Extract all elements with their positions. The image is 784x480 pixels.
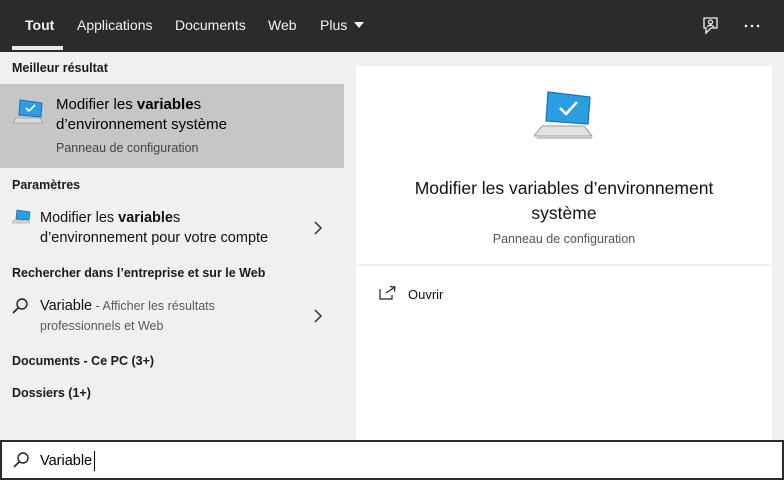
tab-more[interactable]: Plus (320, 0, 365, 52)
documents-header[interactable]: Documents - Ce PC (3+) (12, 354, 154, 368)
preview-actions: Ouvrir (356, 266, 772, 440)
tab-active-indicator (12, 46, 63, 50)
web-search-description: Afficher les résultats (102, 299, 215, 313)
preview-pane: Modifier les variables d’environnement s… (344, 52, 784, 440)
results-list: Meilleur résultat Modifier les variables… (0, 52, 344, 440)
best-match-title-part: Modifier les (56, 96, 137, 113)
web-search-description-line2: professionnels et Web (40, 319, 164, 333)
open-action[interactable]: Ouvrir (408, 287, 443, 302)
computer-monitor-icon (12, 97, 46, 127)
search-input[interactable] (40, 450, 740, 472)
chevron-down-icon (354, 22, 365, 28)
open-icon (379, 285, 397, 301)
tab-all[interactable]: Tout (25, 0, 54, 52)
best-match-header: Meilleur résultat (12, 61, 108, 75)
computer-settings-icon (11, 208, 32, 226)
top-bar: Tout Applications Documents Web Plus (0, 0, 784, 52)
tab-more-label: Plus (320, 17, 348, 33)
settings-result-title-line2: d’environnement pour votre compte (40, 230, 269, 246)
search-box[interactable] (0, 440, 784, 480)
search-icon (11, 297, 29, 315)
preview-title: Modifier les variables d’environnement s… (356, 176, 772, 226)
settings-result-title-part: s (173, 210, 181, 226)
web-search-separator: - (92, 299, 103, 313)
settings-result-item[interactable]: Modifier les variables d’environnement p… (0, 204, 344, 252)
tab-applications[interactable]: Applications (77, 0, 153, 52)
settings-result-title-part: Modifier les (40, 210, 119, 226)
tab-documents[interactable]: Documents (175, 0, 246, 52)
feedback-icon[interactable] (697, 13, 723, 39)
text-cursor (94, 451, 95, 471)
web-search-query: Variable (40, 298, 93, 314)
web-search-item[interactable]: Variable - Afficher les résultats profes… (0, 292, 344, 340)
web-search-header: Rechercher dans l’entreprise et sur le W… (12, 266, 266, 280)
best-match-title-line2: d’environnement système (56, 116, 227, 133)
preview-title-line1: Modifier les variables d’environnement (414, 178, 714, 198)
preview-card: Modifier les variables d’environnement s… (356, 66, 772, 264)
search-icon (12, 451, 30, 469)
best-match-highlight: variable (136, 96, 194, 113)
chevron-right-icon[interactable] (313, 309, 323, 323)
preview-subtitle: Panneau de configuration (492, 232, 636, 246)
settings-result-title: Modifier les variables d’environnement p… (40, 208, 310, 248)
tab-web[interactable]: Web (268, 0, 297, 52)
settings-result-highlight: variable (118, 210, 173, 226)
ellipsis-icon[interactable] (739, 13, 765, 39)
settings-header: Paramètres (12, 178, 81, 192)
folders-header[interactable]: Dossiers (1+) (12, 386, 91, 400)
preview-title-line2: système (531, 203, 597, 223)
web-search-text: Variable - Afficher les résultats profes… (40, 296, 310, 336)
best-match-title-part: s (193, 96, 202, 113)
best-match-title: Modifier les variables d’environnement s… (56, 95, 336, 135)
best-match-subtitle: Panneau de configuration (56, 141, 199, 155)
best-match-item[interactable]: Modifier les variables d’environnement s… (0, 84, 344, 168)
chevron-right-icon[interactable] (313, 221, 323, 235)
computer-monitor-icon (532, 88, 596, 144)
